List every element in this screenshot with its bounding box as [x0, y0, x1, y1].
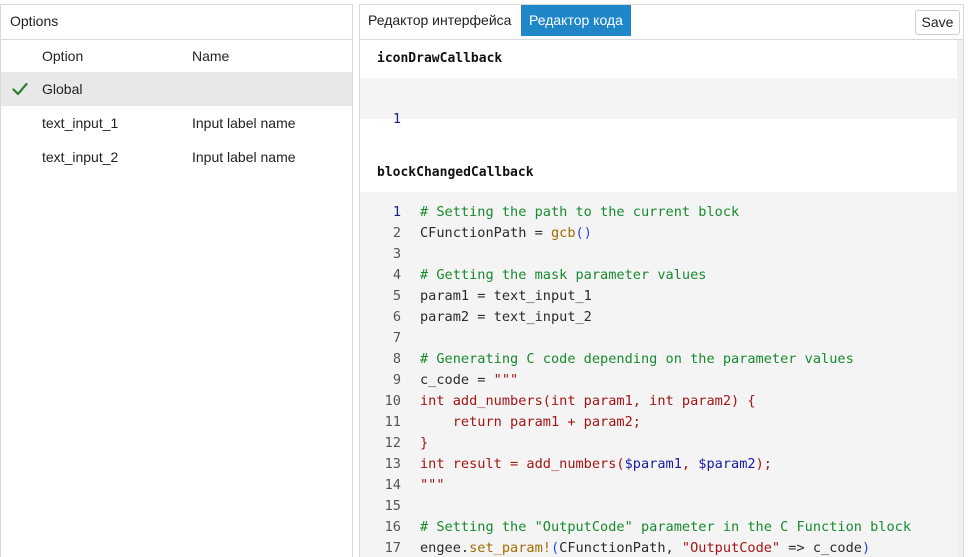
code-text: param2 = text_input_2	[420, 309, 592, 325]
code-text: param1 = text_input_1	[420, 288, 592, 304]
code-text: CFunctionPath = gcb()	[420, 225, 592, 241]
editor-scrollbar[interactable]	[957, 40, 963, 557]
options-panel-title: Options	[1, 5, 352, 40]
code-line: 9 c_code = """	[360, 370, 957, 391]
editor-panel: Редактор интерфейса Редактор кода Save i…	[359, 4, 964, 557]
line-number: 4	[392, 267, 401, 283]
code-line: 1	[360, 88, 957, 127]
line-number: 6	[392, 309, 401, 325]
line-number: 13	[384, 456, 401, 472]
save-button[interactable]: Save	[915, 10, 960, 35]
code-line: 7	[360, 328, 957, 349]
code-editor-block-changed-callback[interactable]: 1 # Setting the path to the current block…	[360, 192, 957, 557]
line-number: 8	[392, 351, 401, 367]
code-line: 12}	[360, 433, 957, 454]
line-number: 3	[392, 246, 401, 262]
code-line: 15	[360, 496, 957, 517]
option-name: Input label name	[192, 149, 296, 165]
code-line: 5 param1 = text_input_1	[360, 286, 957, 307]
code-line: 6 param2 = text_input_2	[360, 307, 957, 328]
column-header-name: Name	[192, 48, 230, 64]
code-text: # Generating C code depending on the par…	[420, 351, 854, 367]
option-name: Input label name	[192, 115, 296, 131]
line-number: 2	[392, 225, 401, 241]
line-number: 9	[392, 372, 401, 388]
code-text: # Setting the path to the current block	[420, 204, 740, 220]
tab-code-editor[interactable]: Редактор кода	[521, 5, 631, 36]
code-line: 8 # Generating C code depending on the pa…	[360, 349, 957, 370]
options-table-header: Option Name	[1, 40, 352, 72]
line-number: 17	[384, 540, 401, 556]
code-line: 17 engee.set_param!(CFunctionPath, "Outpu…	[360, 538, 957, 557]
code-line: 16 # Setting the "OutputCode" parameter i…	[360, 517, 957, 538]
code-line: 2 CFunctionPath = gcb()	[360, 223, 957, 244]
line-number: 16	[384, 519, 401, 535]
code-text: """	[420, 477, 445, 493]
line-number: 15	[384, 498, 401, 514]
code-text: }	[420, 435, 429, 451]
code-line: 13 int result = add_numbers($param1, $par…	[360, 454, 957, 475]
code-line: 3	[360, 244, 957, 265]
line-number: 7	[392, 330, 401, 346]
code-text: int result = add_numbers($param1, $param…	[420, 456, 772, 472]
options-table: Option Name Global text_input_1 Input la…	[1, 40, 352, 174]
code-text: int add_numbers(int param1, int param2) …	[420, 393, 756, 409]
code-text: engee.set_param!(CFunctionPath, "OutputC…	[420, 540, 871, 556]
code-line: 1 # Setting the path to the current block	[360, 202, 957, 223]
column-header-option: Option	[42, 48, 84, 64]
line-number: 1	[392, 111, 401, 127]
line-number: 10	[384, 393, 401, 409]
code-line: 11 return param1 + param2;	[360, 412, 957, 433]
option-label: text_input_2	[42, 149, 119, 165]
line-number: 11	[384, 414, 401, 430]
code-text: c_code = """	[420, 372, 519, 388]
options-panel: Options Option Name Global text_input_1 …	[0, 4, 353, 557]
line-number: 14	[384, 477, 401, 493]
option-label: text_input_1	[42, 115, 119, 131]
check-icon	[12, 72, 30, 106]
code-text: return param1 + param2;	[420, 414, 641, 430]
line-number: 12	[384, 435, 401, 451]
option-row-text-input-1[interactable]: text_input_1 Input label name	[1, 106, 352, 140]
line-number: 1	[392, 204, 401, 220]
option-row-global[interactable]: Global	[1, 72, 352, 106]
section-title-icon-draw-callback: iconDrawCallback	[377, 51, 503, 66]
option-label: Global	[42, 81, 83, 97]
option-row-text-input-2[interactable]: text_input_2 Input label name	[1, 140, 352, 174]
editor-tabbar: Редактор интерфейса Редактор кода Save	[360, 5, 963, 40]
code-editor-icon-draw-callback[interactable]: 1	[360, 78, 957, 127]
line-number: 5	[392, 288, 401, 304]
code-text: # Setting the "OutputCode" parameter in …	[420, 519, 912, 535]
section-title-block-changed-callback: blockChangedCallback	[377, 165, 534, 180]
code-line: 10 int add_numbers(int param1, int param2…	[360, 391, 957, 412]
code-text: # Getting the mask parameter values	[420, 267, 707, 283]
code-line: 4 # Getting the mask parameter values	[360, 265, 957, 286]
tab-interface-editor[interactable]: Редактор интерфейса	[360, 5, 519, 36]
code-line: 14 """	[360, 475, 957, 496]
